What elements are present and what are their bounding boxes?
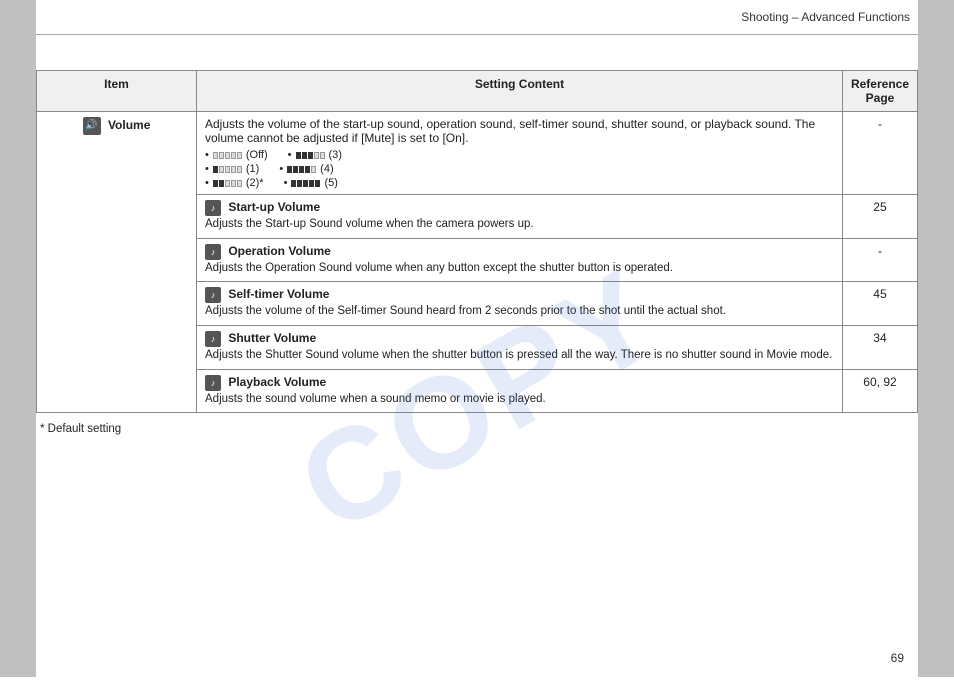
sub-content-1: ♪ Operation Volume Adjusts the Operation…: [197, 238, 843, 282]
footer-note: * Default setting: [36, 423, 918, 435]
sub-content-2: ♪ Self-timer Volume Adjusts the volume o…: [197, 282, 843, 326]
sub-icon-1: ♪: [205, 244, 221, 260]
vol-1-label: (1): [246, 163, 259, 175]
sub-header-3: Shutter Volume: [228, 331, 316, 345]
vol-5-label: (5): [324, 177, 337, 189]
vol-4: • (4): [279, 163, 333, 175]
col-header-content: Setting Content: [197, 71, 843, 112]
sub-ref-3: 34: [842, 326, 917, 370]
vol-row-3: • (2)* •: [205, 177, 834, 189]
sub-ref-4: 60, 92: [842, 369, 917, 413]
vol-4-label: (4): [320, 163, 333, 175]
vol-5: • (5): [284, 177, 338, 189]
sub-desc-1: Adjusts the Operation Sound volume when …: [205, 262, 673, 274]
table-row-main: 🔊 Volume Adjusts the volume of the start…: [37, 112, 918, 195]
col-header-ref: Reference Page: [842, 71, 917, 112]
bar-1: [213, 166, 242, 173]
item-label: Volume: [108, 118, 150, 132]
main-desc-text: Adjusts the volume of the start-up sound…: [205, 117, 815, 145]
side-panel-left: [0, 0, 36, 677]
sub-header-2: Self-timer Volume: [228, 288, 329, 302]
volume-icon: 🔊: [83, 117, 101, 135]
sub-content-3: ♪ Shutter Volume Adjusts the Shutter Sou…: [197, 326, 843, 370]
vol-1: • (1): [205, 163, 259, 175]
bar-off: [213, 152, 242, 159]
sub-header-1: Operation Volume: [228, 244, 330, 258]
item-cell: 🔊 Volume: [37, 112, 197, 413]
sub-content-4: ♪ Playback Volume Adjusts the sound volu…: [197, 369, 843, 413]
sub-icon-3: ♪: [205, 331, 221, 347]
bar-2: [213, 180, 242, 187]
sub-ref-0: 25: [842, 195, 917, 239]
sub-ref-2: 45: [842, 282, 917, 326]
main-desc-cell: Adjusts the volume of the start-up sound…: [197, 112, 843, 195]
sub-desc-2: Adjusts the volume of the Self-timer Sou…: [205, 305, 726, 317]
main-ref-cell: -: [842, 112, 917, 195]
vol-2-label: (2)*: [246, 177, 264, 189]
sub-header-0: Start-up Volume: [228, 200, 320, 214]
header-title: Shooting – Advanced Functions: [741, 10, 910, 24]
vol-3: • (3): [288, 149, 342, 161]
bar-4: [287, 166, 316, 173]
vol-row-2: • (1) •: [205, 163, 834, 175]
sub-desc-3: Adjusts the Shutter Sound volume when th…: [205, 349, 832, 361]
sub-ref-1: -: [842, 238, 917, 282]
main-content: Shooting – Advanced Functions Item Setti…: [36, 0, 918, 677]
vol-3-label: (3): [329, 149, 342, 161]
vol-row-1: • (Off) •: [205, 149, 834, 161]
main-table: Item Setting Content Reference Page 🔊 Vo…: [36, 70, 918, 413]
sub-icon-2: ♪: [205, 287, 221, 303]
sub-icon-4: ♪: [205, 375, 221, 391]
vol-off: • (Off): [205, 149, 268, 161]
sub-header-4: Playback Volume: [228, 375, 326, 389]
sub-desc-4: Adjusts the sound volume when a sound me…: [205, 393, 546, 405]
vol-2: • (2)*: [205, 177, 264, 189]
bar-3: [296, 152, 325, 159]
page-number: 69: [891, 651, 904, 665]
col-header-item: Item: [37, 71, 197, 112]
header-bar: Shooting – Advanced Functions: [36, 0, 918, 35]
sub-content-0: ♪ Start-up Volume Adjusts the Start-up S…: [197, 195, 843, 239]
vol-off-label: (Off): [246, 149, 268, 161]
sub-icon-0: ♪: [205, 200, 221, 216]
bar-5: [291, 180, 320, 187]
vol-bars: • (Off) •: [205, 149, 834, 189]
sub-desc-0: Adjusts the Start-up Sound volume when t…: [205, 218, 534, 230]
side-panel-right: [918, 0, 954, 677]
